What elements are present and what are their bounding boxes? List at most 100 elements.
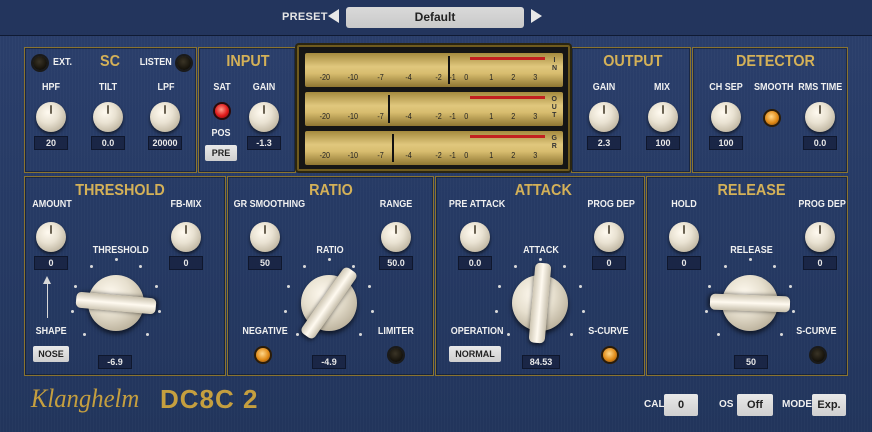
meter-tick-label: 3 bbox=[533, 73, 538, 82]
knob-scale-dot bbox=[569, 332, 573, 336]
mode-toggle[interactable]: Exp. bbox=[812, 394, 846, 416]
preset-next-icon[interactable] bbox=[531, 9, 542, 23]
shape-label: SHAPE bbox=[35, 326, 67, 337]
meter-tick-label: -20 bbox=[319, 151, 330, 160]
meter-tick-label: -10 bbox=[347, 73, 358, 82]
gr-smoothing-knob[interactable] bbox=[250, 222, 280, 252]
knob-scale-dot bbox=[562, 264, 566, 268]
negative-led[interactable] bbox=[256, 348, 270, 362]
preset-selector[interactable]: Default bbox=[346, 7, 524, 28]
input-gain-knob[interactable] bbox=[249, 102, 279, 132]
fb-mix-value: 0 bbox=[169, 256, 203, 270]
mix-knob[interactable] bbox=[648, 102, 678, 132]
meter-tick-label: 2 bbox=[511, 73, 516, 82]
range-knob[interactable] bbox=[381, 222, 411, 252]
shape-nose-button[interactable]: NOSE bbox=[33, 346, 69, 362]
cal-field[interactable]: 0 bbox=[664, 394, 698, 416]
knob-scale-dot bbox=[370, 310, 374, 314]
meter-tick-label: -7 bbox=[377, 73, 384, 82]
output-gain-knob[interactable] bbox=[589, 102, 619, 132]
hold-value: 0 bbox=[667, 256, 701, 270]
hold-label: HOLD bbox=[671, 199, 697, 210]
release-pointer[interactable] bbox=[709, 293, 791, 313]
ch-sep-knob[interactable] bbox=[711, 102, 741, 132]
lpf-value: 20000 bbox=[148, 136, 182, 150]
pre-attack-knob[interactable] bbox=[460, 222, 490, 252]
meter-tick-label: -1 bbox=[449, 112, 456, 121]
limiter-led[interactable] bbox=[389, 348, 403, 362]
listen-led[interactable] bbox=[177, 56, 191, 70]
tilt-value: 0.0 bbox=[91, 136, 125, 150]
rms-time-knob[interactable] bbox=[805, 102, 835, 132]
meter-tick-label: -7 bbox=[377, 151, 384, 160]
release-prog-dep-knob[interactable] bbox=[805, 222, 835, 252]
pos-pre-button[interactable]: PRE bbox=[205, 145, 237, 161]
os-toggle[interactable]: Off bbox=[737, 394, 773, 416]
attack-prog-dep-knob[interactable] bbox=[594, 222, 624, 252]
range-label: RANGE bbox=[379, 199, 413, 210]
smooth-led[interactable] bbox=[765, 111, 779, 125]
rms-time-value: 0.0 bbox=[803, 136, 837, 150]
tilt-label: TILT bbox=[98, 82, 118, 93]
ext-led[interactable] bbox=[33, 56, 47, 70]
meter-tick-label: -4 bbox=[405, 112, 412, 121]
knob-scale-dot bbox=[707, 284, 711, 288]
sat-label: SAT bbox=[213, 82, 231, 93]
meter-tick-label: -10 bbox=[347, 112, 358, 121]
smooth-label: SMOOTH bbox=[754, 82, 794, 93]
lpf-label: LPF bbox=[157, 82, 175, 93]
ratio-knob-label: RATIO bbox=[316, 245, 344, 256]
meter-tick-label: 3 bbox=[533, 151, 538, 160]
meter-tick-label: -4 bbox=[405, 73, 412, 82]
meter-tick-label: -20 bbox=[319, 112, 330, 121]
tilt-knob[interactable] bbox=[93, 102, 123, 132]
knob-scale-dot bbox=[538, 257, 542, 261]
rms-time-label: RMS TIME bbox=[798, 82, 843, 93]
release-prog-dep-label: PROG DEP bbox=[798, 199, 846, 210]
amount-value: 0 bbox=[34, 256, 68, 270]
meter-tick-label: 1 bbox=[489, 151, 494, 160]
knob-scale-dot bbox=[724, 264, 728, 268]
operation-normal-button[interactable]: NORMAL bbox=[449, 346, 501, 362]
knob-scale-dot bbox=[581, 310, 585, 314]
meter-tick-label: 0 bbox=[464, 73, 469, 82]
ext-label: EXT. bbox=[53, 57, 73, 68]
meter-tick-label: -2 bbox=[435, 151, 442, 160]
lpf-knob[interactable] bbox=[150, 102, 180, 132]
attack-s-curve-led[interactable] bbox=[603, 348, 617, 362]
sat-led[interactable] bbox=[215, 104, 229, 118]
fb-mix-knob[interactable] bbox=[171, 222, 201, 252]
release-s-curve-led[interactable] bbox=[811, 348, 825, 362]
release-knob-label: RELEASE bbox=[730, 245, 773, 256]
knob-scale-dot bbox=[497, 284, 501, 288]
release-value: 50 bbox=[734, 355, 768, 369]
operation-label: OPERATION bbox=[450, 326, 504, 337]
hpf-value: 20 bbox=[34, 136, 68, 150]
brand-logo: Klanghelm bbox=[30, 384, 140, 413]
attack-s-curve-label: S-CURVE bbox=[588, 326, 629, 337]
amount-knob[interactable] bbox=[36, 222, 66, 252]
limiter-label: LIMITER bbox=[377, 326, 414, 337]
meter-side-label: IN bbox=[551, 57, 557, 72]
output-gain-value: 2.3 bbox=[587, 136, 621, 150]
preset-prev-icon[interactable] bbox=[328, 9, 339, 23]
meter-tick-label: 3 bbox=[533, 112, 538, 121]
knob-scale-dot bbox=[351, 264, 355, 268]
product-name: DC8C 2 bbox=[160, 384, 259, 414]
range-value: 50.0 bbox=[379, 256, 413, 270]
listen-label: LISTEN bbox=[139, 57, 172, 68]
negative-label: NEGATIVE bbox=[242, 326, 288, 337]
meter-tick-label: -10 bbox=[347, 151, 358, 160]
knob-scale-dot bbox=[748, 257, 752, 261]
pre-attack-label: PRE ATTACK bbox=[448, 199, 506, 210]
meter-needle bbox=[392, 134, 395, 162]
output-title: OUTPUT bbox=[603, 53, 663, 70]
knob-scale-dot bbox=[155, 284, 159, 288]
ratio-title: RATIO bbox=[309, 182, 353, 199]
knob-scale-dot bbox=[368, 284, 372, 288]
hpf-knob[interactable] bbox=[36, 102, 66, 132]
meter-tick-label: 2 bbox=[511, 151, 516, 160]
meter-needle bbox=[448, 56, 450, 84]
attack-knob-label: ATTACK bbox=[523, 245, 559, 256]
hold-knob[interactable] bbox=[669, 222, 699, 252]
